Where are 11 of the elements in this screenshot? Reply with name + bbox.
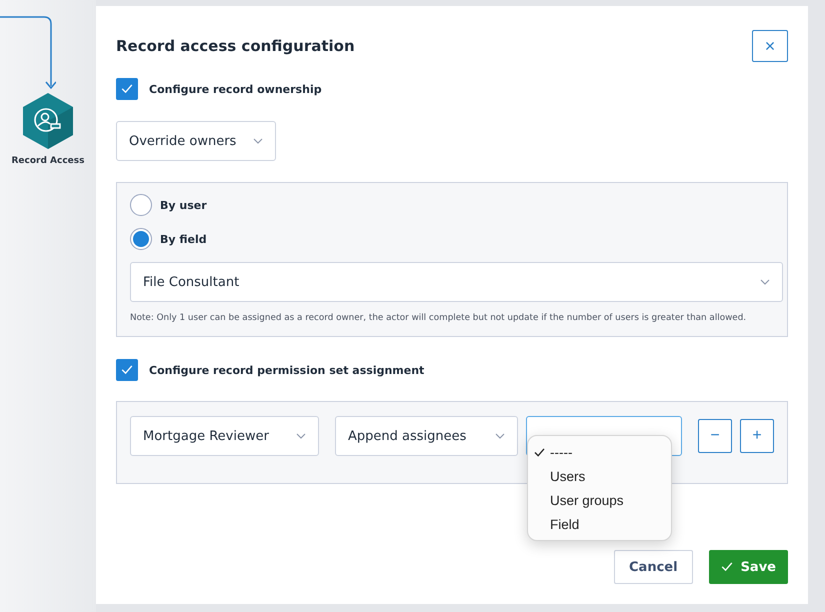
menu-item-label: Field — [550, 516, 580, 532]
dialog-title: Record access configuration — [116, 37, 355, 55]
note-text: Note: Only 1 user can be assigned as a record owner, the actor will complete but not update if the number of users is greater than allowed. — [130, 312, 748, 325]
node-label: Record Access — [11, 156, 85, 166]
menu-item-label: ----- — [550, 444, 572, 460]
radio-label: By field — [160, 232, 207, 246]
checkbox-label: Configure record ownership — [149, 82, 322, 96]
radio-label: By user — [160, 198, 207, 212]
menu-item-label: User groups — [550, 492, 624, 508]
menu-item-label: Users — [550, 468, 586, 484]
checkbox-label: Configure record permission set assignment — [149, 364, 424, 376]
